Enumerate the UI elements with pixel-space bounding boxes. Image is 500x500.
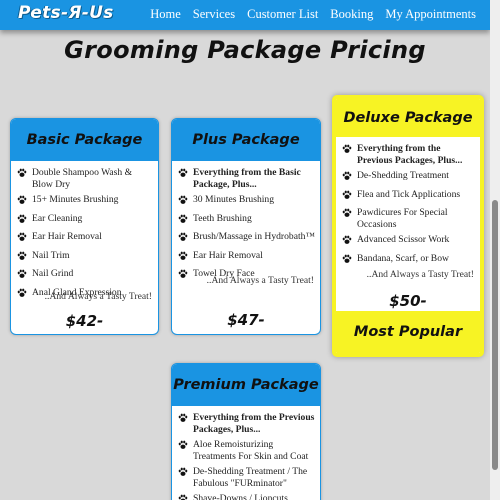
paw-icon xyxy=(178,440,188,454)
deluxe-package-card: Deluxe Package Everything from the Previ… xyxy=(332,95,484,357)
feature-item: Aloe Remoisturizing Treatments For Skin … xyxy=(178,439,316,462)
feature-label: Everything from the Previous Packages, P… xyxy=(357,143,463,166)
paw-icon xyxy=(178,413,188,427)
scrollbar-thumb[interactable] xyxy=(492,200,498,470)
feature-item: Shave-Downs / Lioncuts xyxy=(178,493,316,500)
paw-icon xyxy=(17,251,27,265)
feature-item: Ear Hair Removal xyxy=(178,250,316,265)
feature-item: Everything from the Basic Package, Plus.… xyxy=(178,167,316,190)
paw-icon xyxy=(342,254,352,268)
feature-list: Everything from the Previous Packages, P… xyxy=(172,406,320,500)
main-nav: Home Services Customer List Booking My A… xyxy=(150,7,476,22)
feature-label: Flea and Tick Applications xyxy=(357,188,461,200)
feature-label: Pawdicures For Special Occasions xyxy=(357,207,448,230)
paw-icon xyxy=(178,168,188,182)
feature-item: Nail Trim xyxy=(17,250,154,265)
paw-icon xyxy=(178,494,188,500)
paw-icon xyxy=(178,195,188,209)
feature-item: Double Shampoo Wash & Blow Dry xyxy=(17,167,154,190)
package-price: $42- xyxy=(65,312,104,330)
feature-label: Everything from the Previous Packages, P… xyxy=(193,412,315,435)
paw-icon xyxy=(17,288,27,302)
plus-package-card: Plus Package Everything from the Basic P… xyxy=(171,118,321,335)
nav-home[interactable]: Home xyxy=(150,7,181,22)
feature-label: Bandana, Scarf, or Bow xyxy=(357,252,449,264)
premium-package-card: Premium Package Everything from the Prev… xyxy=(171,363,321,500)
paw-icon xyxy=(17,168,27,182)
feature-item: Ear Hair Removal xyxy=(17,231,154,246)
feature-item: Advanced Scissor Work xyxy=(342,234,476,249)
feature-item: Flea and Tick Applications xyxy=(342,189,476,204)
feature-list: Double Shampoo Wash & Blow Dry 15+ Minute… xyxy=(11,161,158,301)
feature-label: De-Shedding Treatment / The Fabulous "FU… xyxy=(193,466,308,489)
feature-item: Teeth Brushing xyxy=(178,213,316,228)
feature-label: 30 Minutes Brushing xyxy=(193,194,275,205)
paw-icon xyxy=(178,467,188,481)
feature-label: Ear Hair Removal xyxy=(193,249,263,261)
feature-label: Double Shampoo Wash & Blow Dry xyxy=(32,167,133,190)
paw-icon xyxy=(342,144,352,158)
paw-icon xyxy=(178,251,188,265)
feature-label: Advanced Scissor Work xyxy=(357,234,450,245)
feature-item: 30 Minutes Brushing xyxy=(178,194,316,209)
basic-package-card: Basic Package Double Shampoo Wash & Blow… xyxy=(10,118,159,335)
feature-label: Nail Trim xyxy=(32,249,70,261)
paw-icon xyxy=(342,171,352,185)
feature-item: Brush/Massage in Hydrobath™ xyxy=(178,231,316,246)
nav-booking[interactable]: Booking xyxy=(330,7,373,22)
nav-services[interactable]: Services xyxy=(193,7,235,22)
most-popular-badge: Most Popular xyxy=(336,311,480,353)
paw-icon xyxy=(342,190,352,204)
feature-label: Aloe Remoisturizing Treatments For Skin … xyxy=(193,439,309,462)
page-title: Grooming Package Pricing xyxy=(64,36,426,64)
feature-label: Shave-Downs / Lioncuts xyxy=(193,493,288,500)
nav-customer-list[interactable]: Customer List xyxy=(247,7,318,22)
card-title: Premium Package xyxy=(172,364,320,406)
feature-item: Bandana, Scarf, or Bow xyxy=(342,253,476,268)
paw-icon xyxy=(17,195,27,209)
feature-label: Ear Cleaning xyxy=(32,212,83,224)
paw-icon xyxy=(178,269,188,283)
paw-icon xyxy=(342,235,352,249)
feature-label: Brush/Massage in Hydrobath™ xyxy=(193,231,315,242)
feature-label: De-Shedding Treatment xyxy=(357,170,449,181)
feature-item: Everything from the Previous Packages, P… xyxy=(178,412,316,435)
page-scrollbar[interactable] xyxy=(490,0,500,500)
feature-label: Teeth Brushing xyxy=(193,212,252,224)
paw-icon xyxy=(17,232,27,246)
top-navbar: Pets-Я-Us Home Services Customer List Bo… xyxy=(0,0,490,30)
feature-label: Everything from the Basic Package, Plus.… xyxy=(193,167,301,190)
feature-item: Ear Cleaning xyxy=(17,213,154,228)
card-title: Deluxe Package xyxy=(336,99,480,137)
nav-my-appointments[interactable]: My Appointments xyxy=(385,7,476,22)
feature-item: Everything from the Previous Packages, P… xyxy=(342,143,476,166)
treat-note: ..And Always a Tasty Treat! xyxy=(366,269,474,280)
paw-icon xyxy=(178,214,188,228)
feature-item: Pawdicures For Special Occasions xyxy=(342,207,476,230)
card-title: Basic Package xyxy=(11,119,158,161)
feature-list: Everything from the Basic Package, Plus.… xyxy=(172,161,320,283)
paw-icon xyxy=(178,232,188,246)
feature-label: Ear Hair Removal xyxy=(32,231,102,242)
card-title: Plus Package xyxy=(172,119,320,161)
feature-item: Nail Grind xyxy=(17,268,154,283)
package-price: $50- xyxy=(389,292,427,310)
feature-item: 15+ Minutes Brushing xyxy=(17,194,154,209)
paw-icon xyxy=(342,208,352,222)
site-logo[interactable]: Pets-Я-Us xyxy=(18,3,114,23)
paw-icon xyxy=(17,214,27,228)
treat-note: ..And Always a Tasty Treat! xyxy=(206,275,314,286)
paw-icon xyxy=(17,269,27,283)
package-price: $47- xyxy=(227,311,265,329)
feature-list: Everything from the Previous Packages, P… xyxy=(336,137,480,267)
treat-note: ..And Always a Tasty Treat! xyxy=(44,291,152,302)
feature-label: Nail Grind xyxy=(32,268,74,279)
feature-item: De-Shedding Treatment xyxy=(342,170,476,185)
feature-label: 15+ Minutes Brushing xyxy=(32,194,119,205)
feature-item: De-Shedding Treatment / The Fabulous "FU… xyxy=(178,466,316,489)
